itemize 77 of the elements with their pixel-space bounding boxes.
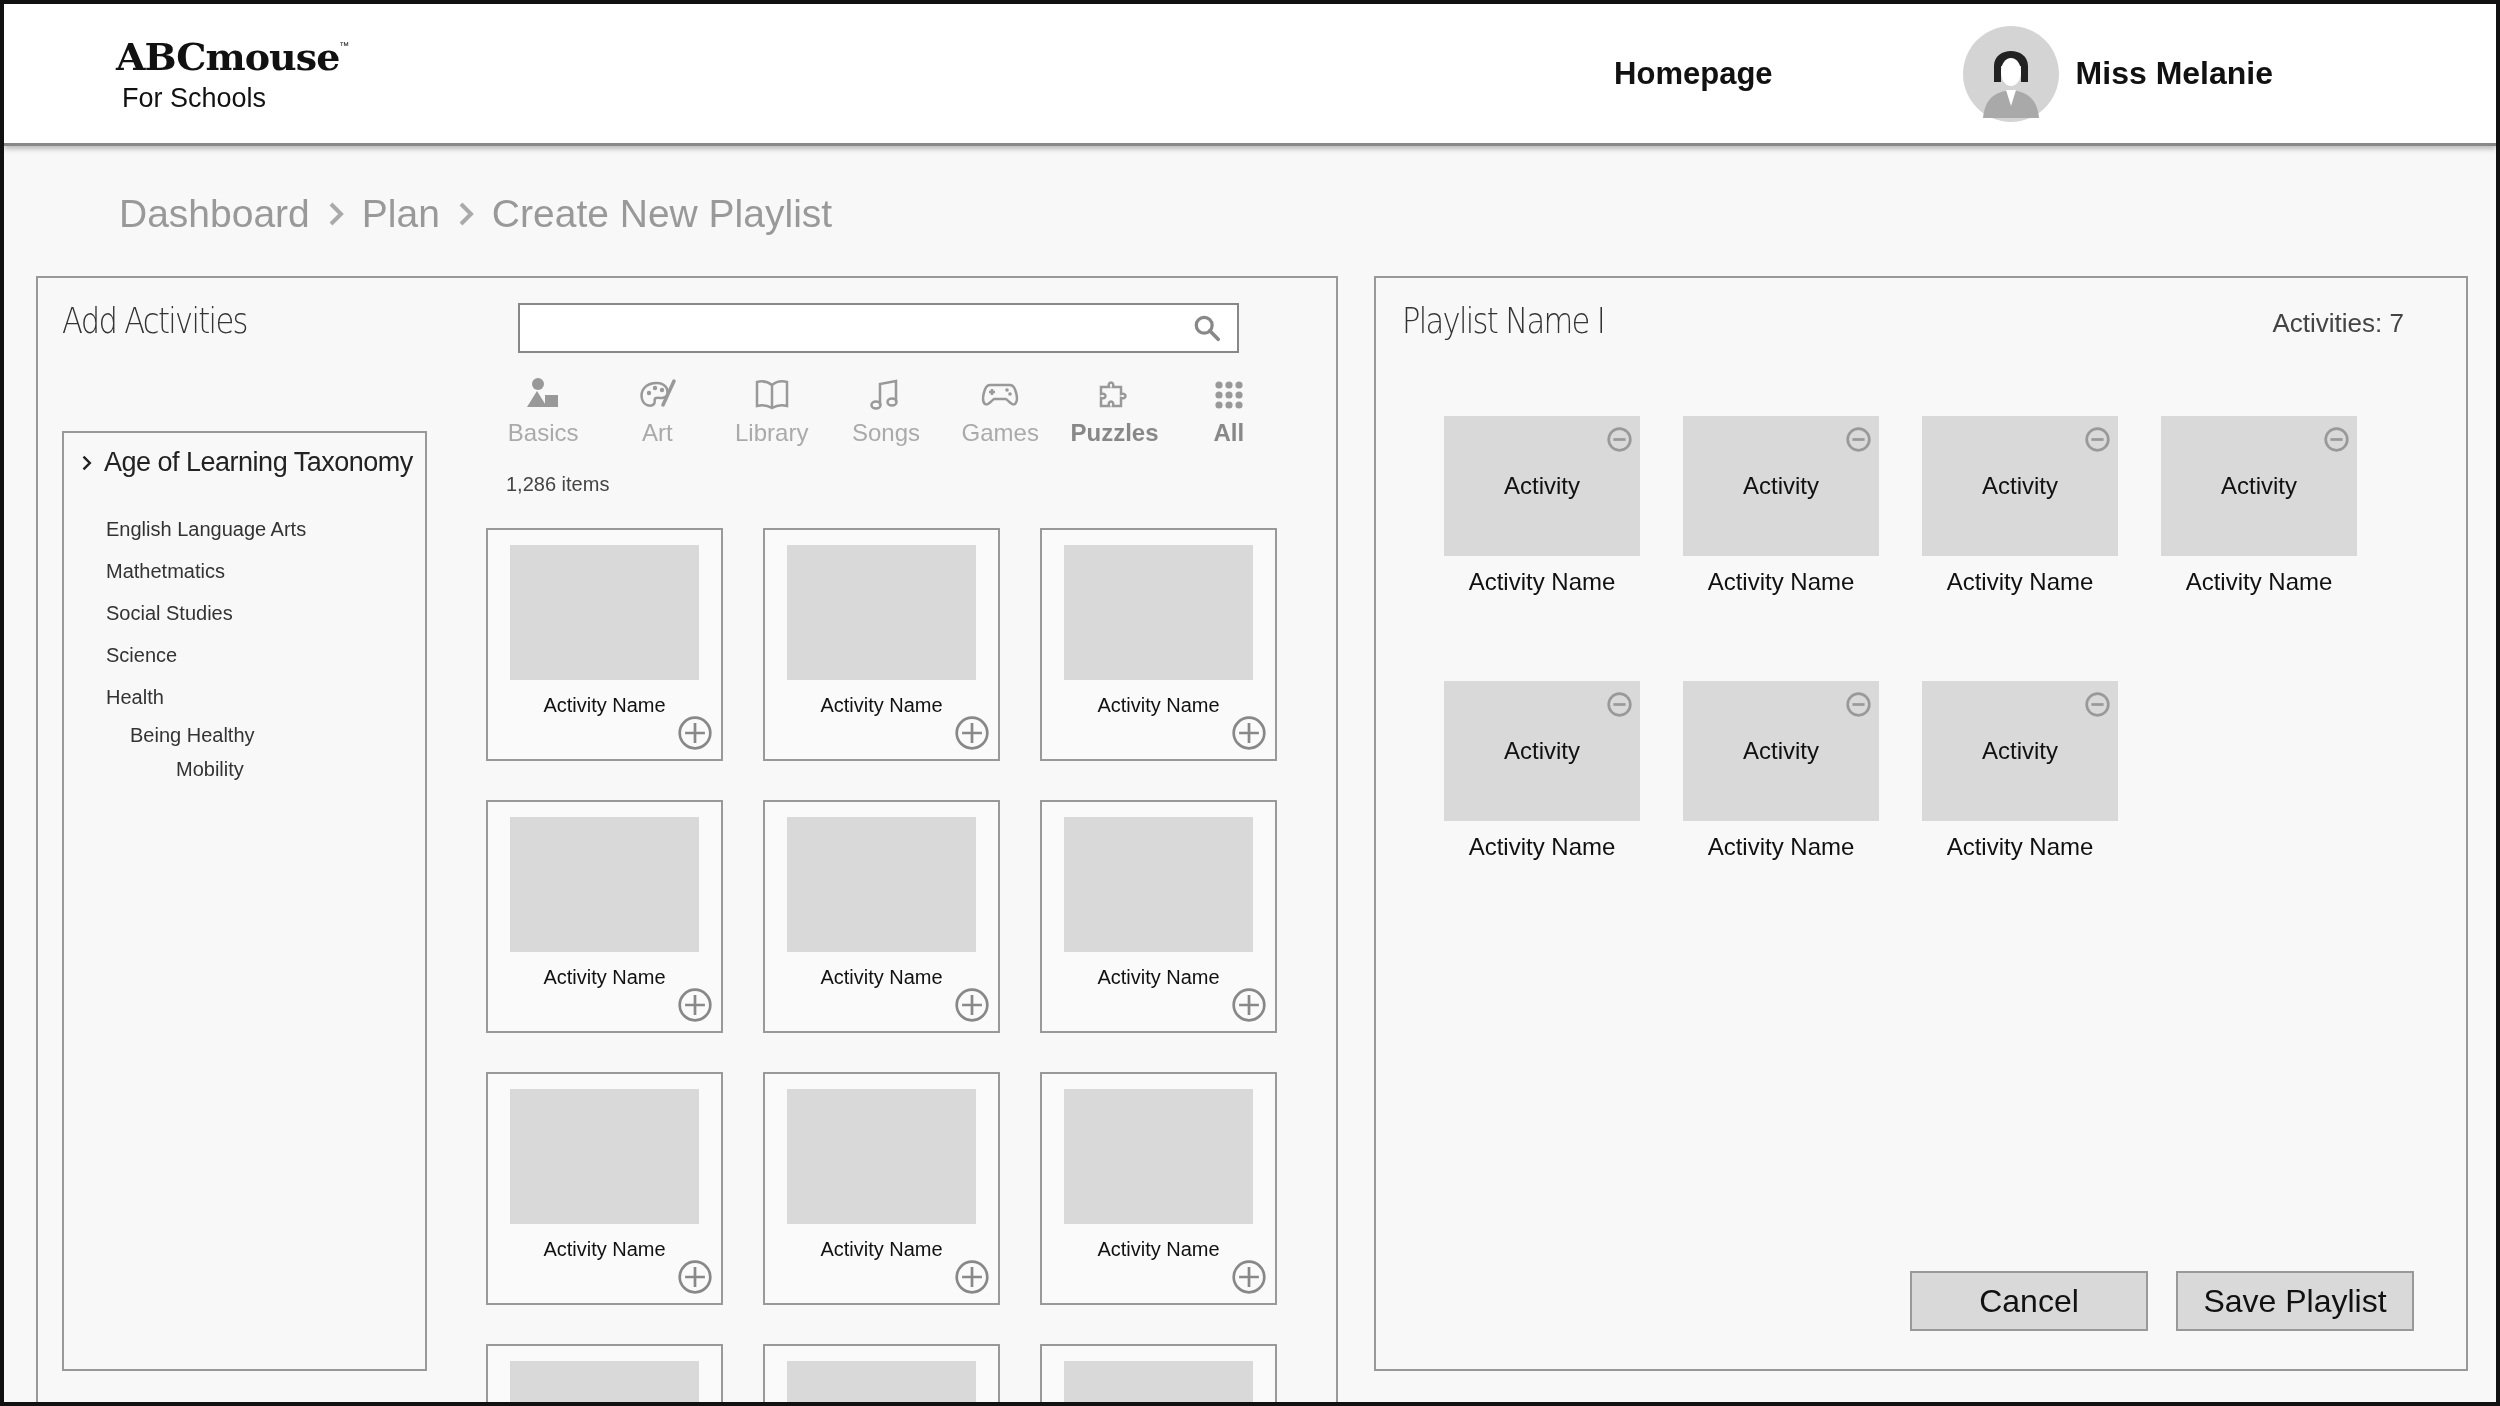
add-icon[interactable] — [954, 987, 990, 1023]
activity-name: Activity Name — [1097, 966, 1220, 989]
activity-tile[interactable]: Activity — [1683, 416, 1879, 556]
activity-tile[interactable]: Activity — [1444, 416, 1640, 556]
taxonomy-root[interactable]: Age of Learning Taxonomy — [104, 447, 413, 478]
logo-subtitle: For Schools — [122, 82, 268, 114]
taxonomy-item[interactable]: Being Healthy — [130, 718, 255, 752]
cancel-button[interactable]: Cancel — [1910, 1271, 2148, 1331]
tile-label: Activity — [2221, 472, 2297, 500]
add-icon[interactable] — [1231, 1259, 1267, 1295]
remove-icon[interactable] — [2323, 426, 2350, 453]
remove-icon[interactable] — [1606, 691, 1633, 718]
activity-card[interactable]: Activity Name — [1040, 800, 1277, 1033]
save-button[interactable]: Save Playlist — [2176, 1271, 2414, 1331]
activity-name: Activity Name — [1468, 833, 1616, 861]
panel-title: Add Activities — [62, 300, 248, 341]
taxonomy-item[interactable]: Science — [106, 634, 178, 676]
activity-card[interactable]: Activity Name — [486, 800, 723, 1033]
activity-card[interactable]: Activity Name — [1040, 1072, 1277, 1305]
tile-label: Activity — [1982, 737, 2058, 765]
activity-card[interactable]: Activity Name — [486, 528, 723, 761]
add-icon[interactable] — [677, 1259, 713, 1295]
add-icon[interactable] — [677, 987, 713, 1023]
taxonomy-item[interactable]: Social Studies — [106, 592, 233, 634]
activity-name: Activity Name — [1946, 833, 2094, 861]
tile-label: Activity — [1504, 737, 1580, 765]
remove-icon[interactable] — [1845, 691, 1872, 718]
activity-card[interactable]: Activity Name — [486, 1072, 723, 1305]
activity-name: Activity Name — [543, 694, 666, 717]
add-icon[interactable] — [677, 715, 713, 751]
activity-count: Activities: 7 — [2272, 308, 2404, 339]
add-icon[interactable] — [954, 715, 990, 751]
activity-tile[interactable]: Activity — [1444, 681, 1640, 821]
avatar-icon[interactable] — [1962, 25, 2059, 122]
homepage-link[interactable]: Homepage — [1614, 55, 1773, 92]
activity-card[interactable]: Activity Name — [1040, 528, 1277, 761]
activity-name: Activity Name — [1097, 1238, 1220, 1261]
activity-tile[interactable]: Activity — [2161, 416, 2357, 556]
trademark-mark: ™ — [339, 39, 350, 51]
activity-tile[interactable]: Activity — [1683, 681, 1879, 821]
search-field[interactable] — [518, 303, 1239, 353]
activity-name: Activity Name — [820, 966, 943, 989]
add-icon[interactable] — [1231, 715, 1267, 751]
taxonomy-item[interactable]: Mathetmatics — [106, 550, 225, 592]
item-count: 1,286 items — [506, 473, 611, 496]
user-name[interactable]: Miss Melanie — [2075, 55, 2273, 92]
tile-label: Activity — [1982, 472, 2058, 500]
add-icon[interactable] — [954, 1259, 990, 1295]
activity-name: Activity Name — [820, 1238, 943, 1261]
activity-card[interactable]: Activity Name — [763, 528, 1000, 761]
playlist-name[interactable]: Playlist Name I — [1402, 300, 1604, 341]
activity-name: Activity Name — [1097, 694, 1220, 717]
activity-tile[interactable]: Activity — [1922, 681, 2118, 821]
remove-icon[interactable] — [2084, 691, 2111, 718]
activity-card[interactable]: Activity Name — [763, 1072, 1000, 1305]
activity-name: Activity Name — [543, 966, 666, 989]
taxonomy-item[interactable]: Mobility — [176, 752, 244, 786]
taxonomy-item[interactable]: Health — [106, 676, 164, 718]
remove-icon[interactable] — [2084, 426, 2111, 453]
tile-label: Activity — [1743, 472, 1819, 500]
logo[interactable]: ABCmouse — [116, 33, 340, 79]
taxonomy-item[interactable]: English Language Arts — [106, 508, 307, 550]
add-icon[interactable] — [1231, 987, 1267, 1023]
activity-name: Activity Name — [1707, 833, 1855, 861]
activity-card[interactable]: Activity Name — [763, 800, 1000, 1033]
tile-label: Activity — [1504, 472, 1580, 500]
activity-name: Activity Name — [2185, 568, 2333, 596]
activity-name: Activity Name — [1946, 568, 2094, 596]
activity-name: Activity Name — [543, 1238, 666, 1261]
search-icon[interactable] — [1193, 314, 1221, 342]
activity-name: Activity Name — [1707, 568, 1855, 596]
remove-icon[interactable] — [1606, 426, 1633, 453]
activity-tile[interactable]: Activity — [1922, 416, 2118, 556]
activity-name: Activity Name — [820, 694, 943, 717]
activity-name: Activity Name — [1468, 568, 1616, 596]
remove-icon[interactable] — [1845, 426, 1872, 453]
tile-label: Activity — [1743, 737, 1819, 765]
